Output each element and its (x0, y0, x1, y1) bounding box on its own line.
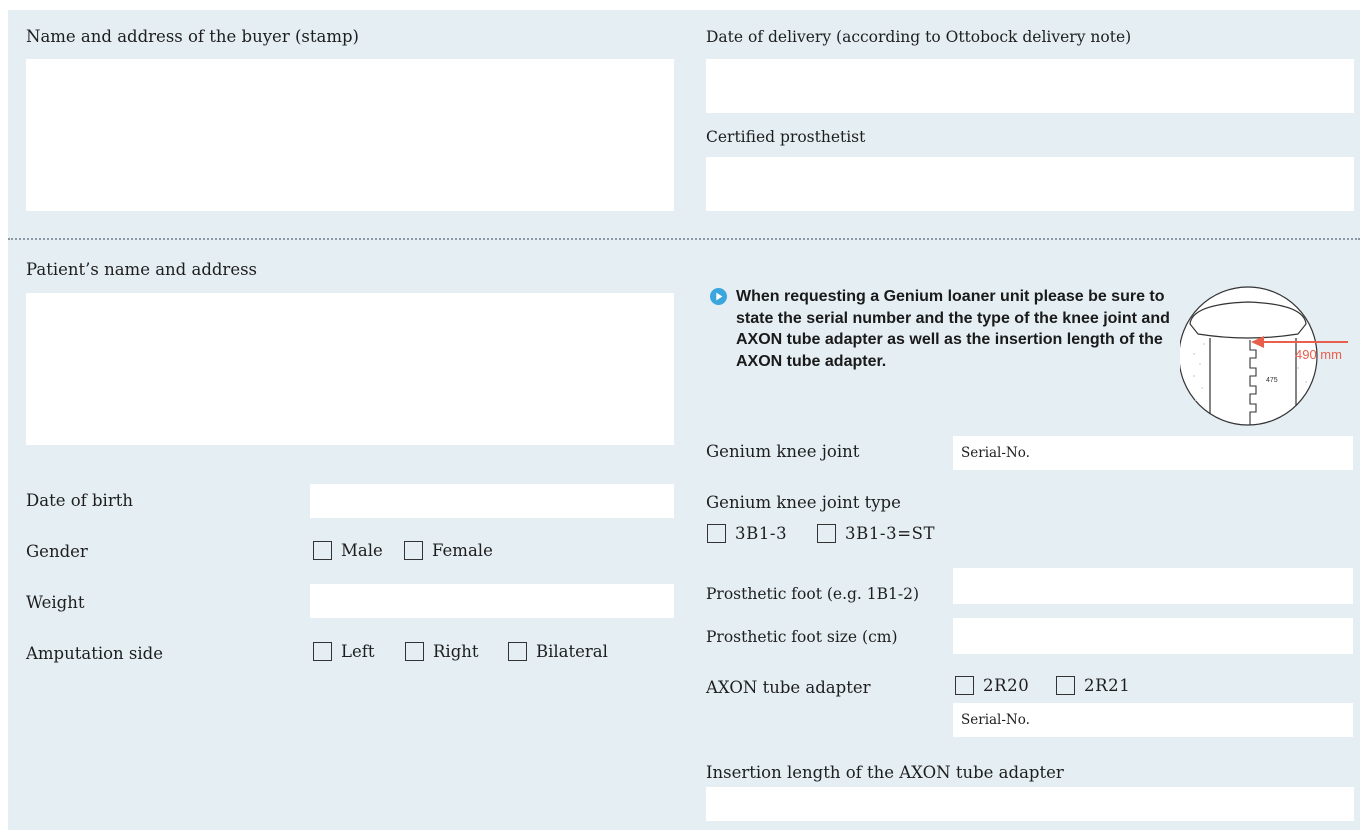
foot-size-label: Prosthetic foot size (cm) (706, 628, 898, 646)
gender-female-label: Female (432, 541, 493, 560)
patient-field[interactable] (26, 293, 674, 445)
gender-male-label: Male (341, 541, 383, 560)
knee-type-3b1-3-st-label: 3B1-3=ST (845, 524, 936, 543)
knee-serial-field[interactable]: Serial-No. (953, 436, 1353, 470)
amputation-side-label: Amputation side (26, 644, 164, 663)
buyer-field[interactable] (26, 59, 674, 211)
amputation-bilateral-label: Bilateral (536, 642, 608, 661)
prosthetist-field[interactable] (706, 157, 1354, 211)
knee-type-3b1-3-checkbox[interactable]: 3B1-3 (707, 524, 787, 543)
checkbox-box (313, 541, 332, 560)
checkbox-box (1056, 676, 1075, 695)
buyer-label: Name and address of the buyer (stamp) (26, 27, 359, 46)
foot-size-field[interactable] (953, 618, 1353, 654)
knee-joint-label: Genium knee joint (706, 442, 860, 461)
checkbox-box (404, 541, 423, 560)
axon-2r21-label: 2R21 (1084, 676, 1131, 695)
axon-2r20-checkbox[interactable]: 2R20 (955, 676, 1029, 695)
prosthetic-foot-field[interactable] (953, 568, 1353, 604)
delivery-date-field[interactable] (706, 59, 1354, 113)
gender-label: Gender (26, 542, 88, 561)
amputation-bilateral-checkbox[interactable]: Bilateral (508, 642, 608, 661)
prosthetist-label: Certified prosthetist (706, 128, 866, 146)
knee-type-3b1-3-label: 3B1-3 (735, 524, 788, 543)
date-of-birth-field[interactable] (310, 484, 674, 518)
checkbox-box (817, 524, 836, 543)
knee-type-3b1-3-st-checkbox[interactable]: 3B1-3=ST (817, 524, 935, 543)
insertion-length-label: Insertion length of the AXON tube adapte… (706, 763, 1064, 782)
axon-2r20-label: 2R20 (983, 676, 1030, 695)
axon-serial-field[interactable]: Serial-No. (953, 703, 1353, 737)
date-of-birth-label: Date of birth (26, 491, 133, 510)
weight-field[interactable] (310, 584, 674, 618)
delivery-date-label: Date of delivery (according to Ottobock … (706, 28, 1132, 46)
patient-label: Patient’s name and address (26, 260, 258, 279)
diagram-tick-label: 475 (1266, 377, 1278, 384)
knee-type-label: Genium knee joint type (706, 493, 901, 512)
loaner-notice: When requesting a Genium loaner unit ple… (736, 288, 1170, 370)
gender-male-checkbox[interactable]: Male (313, 541, 383, 560)
checkbox-box (405, 642, 424, 661)
section-divider (8, 238, 1360, 240)
checkbox-box (313, 642, 332, 661)
amputation-left-checkbox[interactable]: Left (313, 642, 374, 661)
checkbox-box (508, 642, 527, 661)
checkbox-box (955, 676, 974, 695)
axon-adapter-label: AXON tube adapter (706, 678, 871, 697)
weight-label: Weight (26, 593, 85, 612)
amputation-right-label: Right (433, 642, 479, 661)
axon-serial-placeholder: Serial-No. (961, 712, 1030, 728)
prosthetic-foot-label: Prosthetic foot (e.g. 1B1-2) (706, 585, 920, 603)
gender-female-checkbox[interactable]: Female (404, 541, 493, 560)
axon-2r21-checkbox[interactable]: 2R21 (1056, 676, 1130, 695)
amputation-right-checkbox[interactable]: Right (405, 642, 479, 661)
amputation-left-label: Left (341, 642, 375, 661)
play-circle-icon (710, 288, 727, 305)
checkbox-box (707, 524, 726, 543)
insertion-length-field[interactable] (706, 787, 1354, 821)
knee-serial-placeholder: Serial-No. (961, 445, 1030, 461)
diagram-measure-label: 490 mm (1295, 347, 1342, 362)
